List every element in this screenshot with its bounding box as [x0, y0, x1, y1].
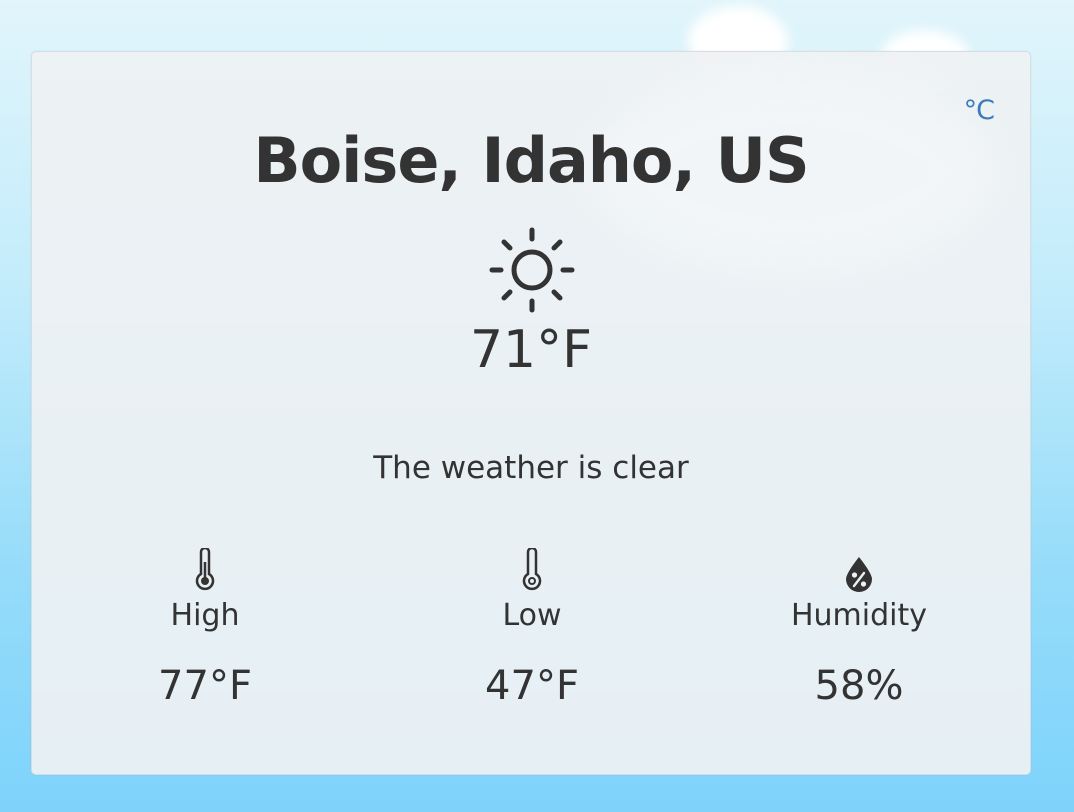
stat-value: 58%: [814, 663, 904, 709]
stat-label: High: [170, 598, 240, 633]
stat-label: Low: [502, 598, 562, 633]
high-stat: High 77°F: [55, 544, 355, 709]
stat-value: 47°F: [485, 663, 579, 709]
humidity-drop-icon: [846, 557, 872, 592]
weather-description: The weather is clear: [373, 450, 689, 486]
stat-value: 77°F: [158, 663, 252, 709]
location-title: Boise, Idaho, US: [253, 124, 809, 197]
thermometer-icon: [522, 548, 542, 591]
low-stat: Low 47°F: [382, 544, 682, 709]
humidity-stat: Humidity 58%: [709, 544, 1009, 709]
weather-card: °C Boise, Idaho, US 71°F The weather is …: [31, 51, 1031, 775]
stat-label: Humidity: [790, 598, 928, 633]
unit-toggle-button[interactable]: °C: [964, 95, 995, 126]
thermometer-icon: [195, 548, 215, 591]
sun-icon: [489, 227, 575, 313]
current-temperature: 71°F: [469, 320, 593, 380]
